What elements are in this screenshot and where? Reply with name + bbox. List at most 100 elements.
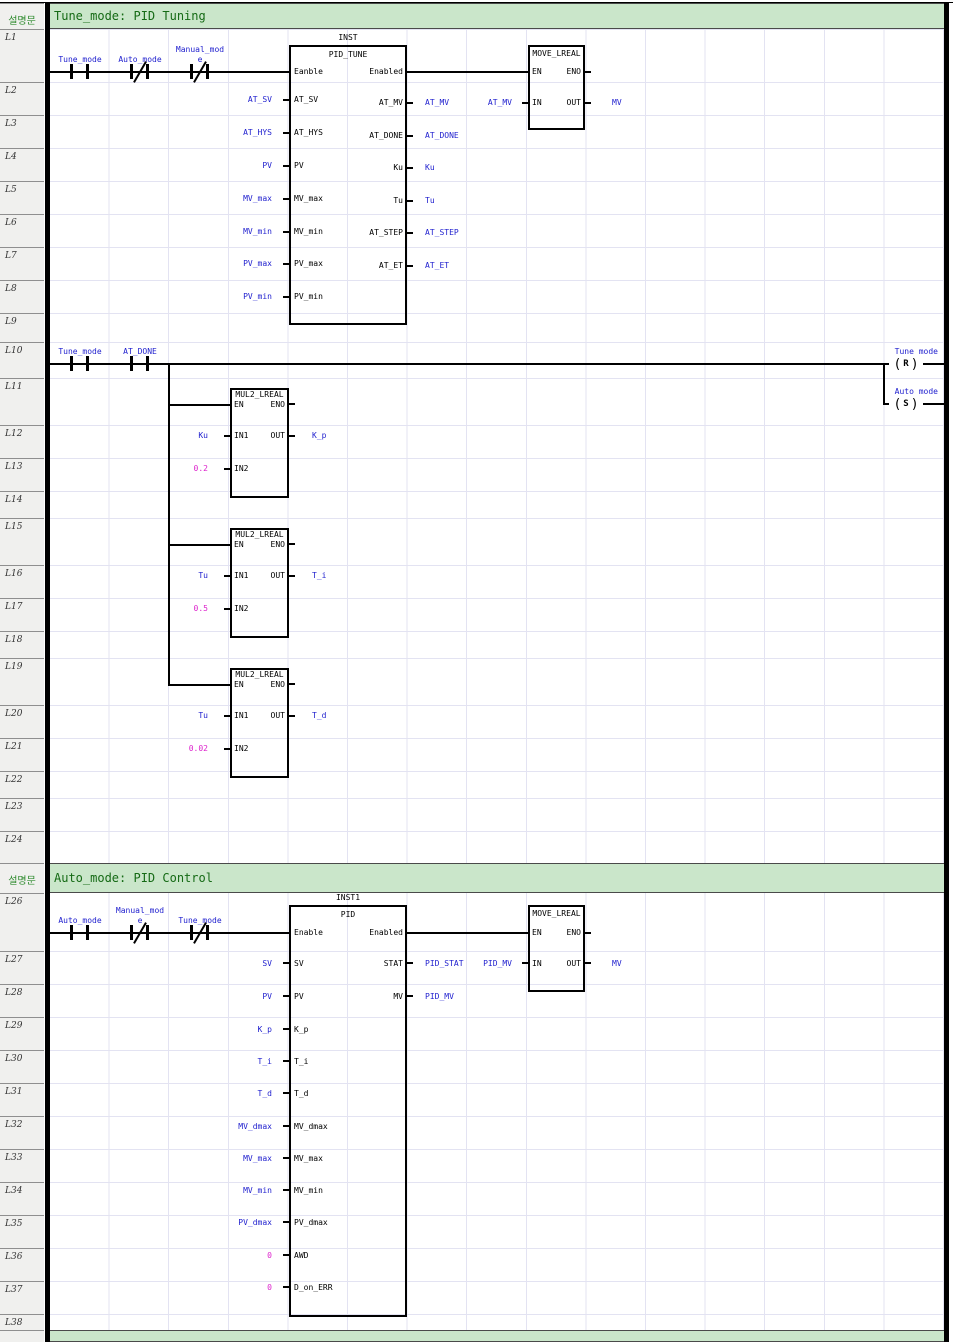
rung-gutter[interactable]: L5 — [0, 181, 44, 214]
operand-variable[interactable]: SV — [190, 959, 272, 969]
operand-variable[interactable]: AT_ET — [425, 261, 515, 271]
contact-no-at-done[interactable] — [128, 354, 152, 374]
rung-gutter[interactable]: L14 — [0, 491, 44, 518]
rung-gutter[interactable]: L11 — [0, 378, 44, 425]
coil-reset-tune-mode[interactable]: R — [889, 355, 923, 373]
contact-nc-manual-mode[interactable] — [188, 62, 212, 82]
operand-variable[interactable]: Ku — [425, 163, 515, 173]
gutter-comment-cell[interactable]: 설명문 — [0, 3, 44, 29]
rung-gutter[interactable]: L32 — [0, 1116, 44, 1149]
rung-comment-clipped[interactable] — [50, 1330, 944, 1342]
rung-gutter[interactable]: L34 — [0, 1182, 44, 1215]
operand-variable[interactable]: MV — [612, 98, 672, 108]
contact-no-tune-mode[interactable] — [68, 62, 92, 82]
rung-gutter[interactable]: L37 — [0, 1281, 44, 1314]
rung-gutter[interactable]: L27 — [0, 951, 44, 984]
grid-row-line — [50, 115, 944, 116]
rung-gutter[interactable]: L20 — [0, 705, 44, 738]
pin-stub — [585, 71, 591, 73]
rung-comment-section1[interactable]: Tune_mode: PID Tuning — [50, 3, 944, 29]
operand-constant[interactable]: 0.02 — [148, 744, 208, 754]
rung-gutter[interactable]: L23 — [0, 798, 44, 831]
operand-variable[interactable]: PV — [190, 992, 272, 1002]
rung-gutter[interactable]: L33 — [0, 1149, 44, 1182]
block-pin: ENO — [251, 540, 285, 550]
rung-gutter[interactable]: L13 — [0, 458, 44, 491]
operand-variable[interactable]: MV — [612, 959, 672, 969]
operand-variable[interactable]: PV — [190, 161, 272, 171]
operand-variable[interactable]: T_d — [190, 1089, 272, 1099]
rung-gutter[interactable]: L12 — [0, 425, 44, 458]
operand-variable[interactable]: MV_max — [190, 1154, 272, 1164]
operand-constant[interactable]: 0.2 — [148, 464, 208, 474]
function-block-pid-tune[interactable] — [289, 45, 407, 325]
block-instance-name[interactable]: INST — [289, 33, 407, 43]
operand-variable[interactable]: Tu — [425, 196, 515, 206]
coil-set-auto-mode[interactable]: S — [889, 395, 923, 413]
rung-gutter[interactable]: L36 — [0, 1248, 44, 1281]
rung-gutter[interactable]: L9 — [0, 313, 44, 342]
rung-gutter[interactable]: L7 — [0, 247, 44, 280]
operand-variable[interactable]: PV_max — [190, 259, 272, 269]
operand-variable[interactable]: AT_STEP — [425, 228, 515, 238]
operand-variable[interactable]: AT_MV — [432, 98, 512, 108]
block-pin: Enabled — [329, 67, 403, 77]
rung-gutter[interactable]: L29 — [0, 1017, 44, 1050]
contact-no-auto-mode[interactable] — [68, 923, 92, 943]
operand-variable[interactable]: T_i — [312, 571, 372, 581]
contact-nc-manual-mode[interactable] — [128, 923, 152, 943]
rung-gutter[interactable]: L6 — [0, 214, 44, 247]
operand-variable[interactable]: MV_min — [190, 227, 272, 237]
rung-gutter[interactable]: L3 — [0, 115, 44, 148]
rung-gutter[interactable]: L31 — [0, 1083, 44, 1116]
gutter-comment-cell[interactable] — [0, 1330, 44, 1342]
operand-variable[interactable]: Tu — [148, 711, 208, 721]
rung-gutter[interactable]: L16 — [0, 565, 44, 598]
operand-constant[interactable]: 0 — [190, 1283, 272, 1293]
rung-comment-section2[interactable]: Auto_mode: PID Control — [50, 863, 944, 893]
rung-gutter[interactable]: L18 — [0, 631, 44, 658]
contact-nc-auto-mode[interactable] — [128, 62, 152, 82]
contact-no-tune-mode[interactable] — [68, 354, 92, 374]
rung-gutter[interactable]: L8 — [0, 280, 44, 313]
rung-gutter[interactable]: L38 — [0, 1314, 44, 1330]
operand-variable[interactable]: K_p — [312, 431, 372, 441]
rung-gutter[interactable]: L21 — [0, 738, 44, 771]
operand-constant[interactable]: 0.5 — [148, 604, 208, 614]
rung-gutter[interactable]: L1 — [0, 29, 44, 82]
operand-variable[interactable]: MV_max — [190, 194, 272, 204]
operand-variable[interactable]: PV_min — [190, 292, 272, 302]
operand-variable[interactable]: T_d — [312, 711, 372, 721]
contact-nc-tune-mode[interactable] — [188, 923, 212, 943]
rung-gutter[interactable]: L26 — [0, 893, 44, 951]
pin-stub — [283, 995, 289, 997]
operand-variable[interactable]: MV_dmax — [190, 1122, 272, 1132]
gutter-comment-cell[interactable]: 설명문 — [0, 863, 44, 893]
rung-gutter[interactable]: L22 — [0, 771, 44, 798]
operand-variable[interactable]: K_p — [190, 1025, 272, 1035]
operand-variable[interactable]: T_i — [190, 1057, 272, 1067]
rung-gutter[interactable]: L17 — [0, 598, 44, 631]
rung-gutter[interactable]: L28 — [0, 984, 44, 1017]
rung-gutter[interactable]: L15 — [0, 518, 44, 565]
rung-gutter[interactable]: L2 — [0, 82, 44, 115]
block-instance-name[interactable]: INST1 — [289, 893, 407, 903]
operand-variable[interactable]: PID_MV — [432, 959, 512, 969]
operand-variable[interactable]: AT_DONE — [425, 131, 515, 141]
operand-variable[interactable]: PV_dmax — [190, 1218, 272, 1228]
rung-gutter[interactable]: L19 — [0, 658, 44, 705]
operand-variable[interactable]: AT_SV — [190, 95, 272, 105]
rung-gutter[interactable]: L30 — [0, 1050, 44, 1083]
rung-gutter[interactable]: L24 — [0, 831, 44, 863]
operand-variable[interactable]: PID_MV — [425, 992, 515, 1002]
rung-gutter[interactable]: L35 — [0, 1215, 44, 1248]
rung-gutter[interactable]: L4 — [0, 148, 44, 181]
operand-variable[interactable]: Tu — [148, 571, 208, 581]
operand-constant[interactable]: 0 — [190, 1251, 272, 1261]
operand-variable[interactable]: Ku — [148, 431, 208, 441]
rung-number: L12 — [5, 429, 22, 439]
block-title: MUL2_LREAL — [230, 670, 289, 680]
operand-variable[interactable]: AT_HYS — [190, 128, 272, 138]
rung-gutter[interactable]: L10 — [0, 342, 44, 378]
operand-variable[interactable]: MV_min — [190, 1186, 272, 1196]
